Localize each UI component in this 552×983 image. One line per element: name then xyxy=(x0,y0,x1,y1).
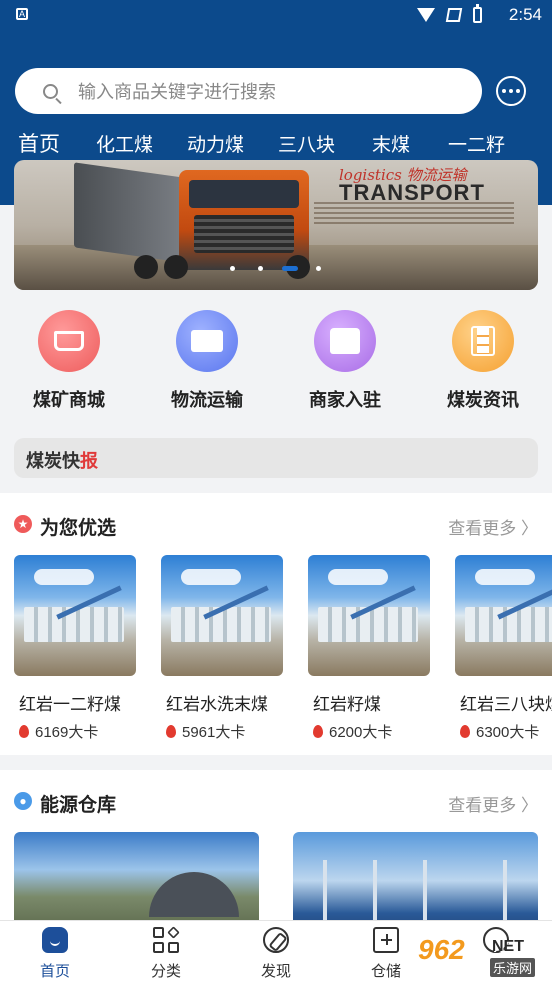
wifi-icon xyxy=(417,8,435,22)
product-name: 红岩一二籽煤 xyxy=(19,695,121,714)
quick-menu: 煤矿商城 物流运输 商家入驻 煤炭资讯 xyxy=(0,300,552,420)
battery-icon xyxy=(473,4,482,23)
product-card[interactable]: 红岩一二籽煤 6169大卡 xyxy=(14,555,136,742)
search-input[interactable]: 输入商品关键字进行搜索 xyxy=(15,68,482,114)
section-title: 能源仓库 xyxy=(40,795,117,816)
banner-dot[interactable] xyxy=(316,266,321,271)
menu-label: 煤矿商城 xyxy=(33,390,105,410)
tab-seed-coal[interactable]: 一二籽 xyxy=(448,130,505,157)
message-icon[interactable] xyxy=(496,76,526,106)
banner-dot[interactable] xyxy=(258,266,263,271)
nav-home[interactable]: 首页 xyxy=(15,927,95,981)
news-flash-title: 煤炭快报 xyxy=(26,451,98,471)
flame-icon xyxy=(166,725,176,738)
search-placeholder: 输入商品关键字进行搜索 xyxy=(78,82,276,102)
truck-wheel xyxy=(164,255,188,279)
product-name: 红岩籽煤 xyxy=(313,695,381,714)
menu-label: 物流运输 xyxy=(171,390,243,410)
shop-icon xyxy=(314,310,376,372)
watermark-logo: 962 NET 乐游网 xyxy=(414,932,548,978)
grid-icon xyxy=(153,926,180,953)
status-icons xyxy=(417,4,482,23)
truck-grill xyxy=(194,215,294,253)
banner-dot[interactable] xyxy=(230,266,235,271)
section-title: 为您优选 xyxy=(40,518,117,539)
search-icon xyxy=(43,83,58,99)
product-image xyxy=(161,555,283,676)
product-name: 红岩水洗末煤 xyxy=(166,695,268,714)
recommend-section: ★ 为您优选 查看更多 〉 红岩一二籽煤 6169大卡 红岩水洗末煤 5961大… xyxy=(0,493,552,755)
nav-category[interactable]: 分类 xyxy=(126,926,206,981)
flame-icon xyxy=(19,725,29,738)
nav-label: 首页 xyxy=(39,963,70,980)
banner-fine-print xyxy=(314,202,514,224)
home-icon xyxy=(42,927,68,953)
nav-discover[interactable]: 发现 xyxy=(236,927,316,981)
product-card[interactable]: 红岩籽煤 6200大卡 xyxy=(308,555,430,742)
product-card[interactable]: 红岩水洗末煤 5961大卡 xyxy=(161,555,283,742)
product-image xyxy=(308,555,430,676)
document-icon xyxy=(452,310,514,372)
nav-label: 发现 xyxy=(260,963,291,980)
truck-icon xyxy=(176,310,238,372)
product-calorie: 5961大卡 xyxy=(166,721,283,742)
product-image xyxy=(14,555,136,676)
tab-power-coal[interactable]: 动力煤 xyxy=(187,130,244,157)
view-more-link[interactable]: 查看更多 〉 xyxy=(448,514,538,539)
product-calorie: 6300大卡 xyxy=(460,721,552,742)
menu-label: 煤炭资讯 xyxy=(447,390,519,410)
menu-coal-mall[interactable]: 煤矿商城 xyxy=(19,310,119,412)
tab-chemical-coal[interactable]: 化工煤 xyxy=(96,130,153,157)
star-icon: ★ xyxy=(14,515,32,533)
product-calorie: 6169大卡 xyxy=(19,721,136,742)
truck-wheel xyxy=(134,255,158,279)
truck-window xyxy=(189,180,299,208)
flame-icon xyxy=(313,725,323,738)
add-box-icon xyxy=(373,927,399,953)
product-name: 红岩三八块煤 xyxy=(460,695,552,714)
category-tabs: 首页 化工煤 动力煤 三八块 末煤 一二籽 xyxy=(0,126,552,164)
menu-label: 商家入驻 xyxy=(309,390,381,410)
flame-icon xyxy=(460,725,470,738)
tab-fine-coal[interactable]: 末煤 xyxy=(372,130,410,157)
menu-coal-news[interactable]: 煤炭资讯 xyxy=(433,310,533,412)
menu-merchant-join[interactable]: 商家入驻 xyxy=(295,310,395,412)
promo-banner[interactable]: logistics 物流运输 TRANSPORT xyxy=(14,160,538,290)
compass-icon xyxy=(263,927,289,953)
view-more-link[interactable]: 查看更多 〉 xyxy=(448,791,538,816)
banner-dot-active[interactable] xyxy=(282,266,298,271)
menu-logistics[interactable]: 物流运输 xyxy=(157,310,257,412)
status-time: 2:54 xyxy=(508,5,542,24)
cart-icon xyxy=(38,310,100,372)
product-card[interactable]: 红岩三八块煤 6300大卡 xyxy=(455,555,552,742)
tab-lump-coal[interactable]: 三八块 xyxy=(278,130,335,157)
product-image xyxy=(455,555,552,676)
news-flash-bar[interactable]: 煤炭快报 xyxy=(14,438,538,478)
product-calorie: 6200大卡 xyxy=(313,721,430,742)
tab-home[interactable]: 首页 xyxy=(18,128,60,164)
truck-trailer xyxy=(74,162,184,263)
warehouse-section: ● 能源仓库 查看更多 〉 xyxy=(0,770,552,940)
status-bar: A 2:54 xyxy=(0,0,552,32)
app-notification-icon: A xyxy=(16,8,28,20)
user-icon: ● xyxy=(14,792,32,810)
no-signal-icon xyxy=(445,8,463,22)
nav-label: 分类 xyxy=(150,963,181,980)
